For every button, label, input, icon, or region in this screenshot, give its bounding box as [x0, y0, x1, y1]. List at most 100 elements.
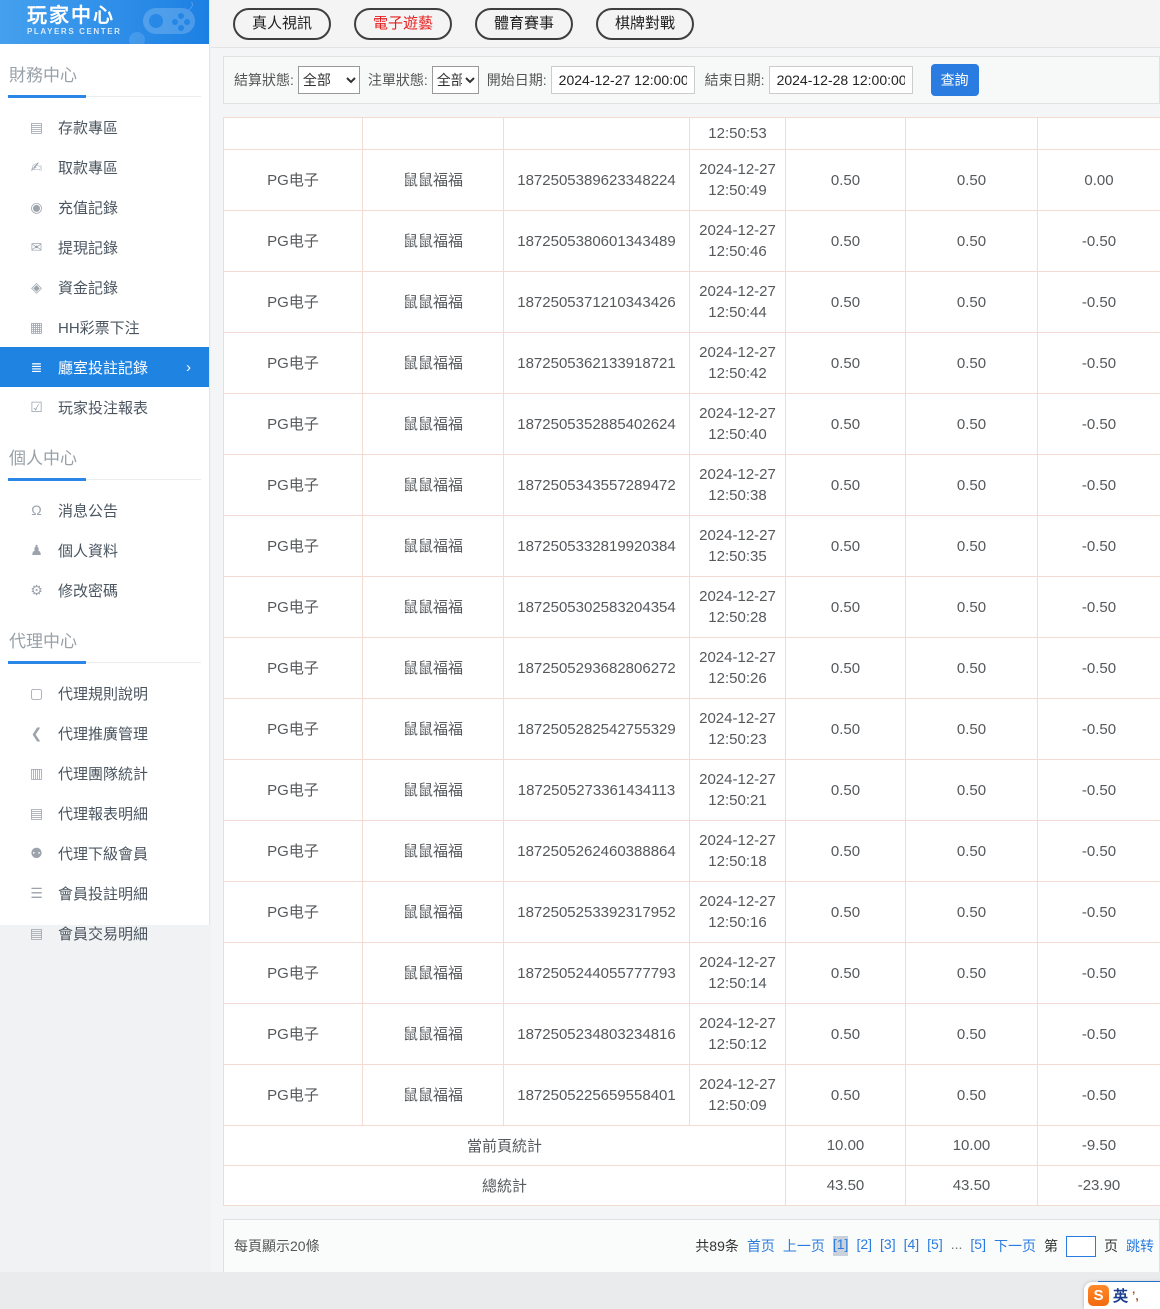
- sidebar-item-recharge-records[interactable]: ◉ 充值記錄: [0, 187, 209, 227]
- report-sheet-icon: ▤: [29, 804, 44, 821]
- sidebar-item-agent-report[interactable]: ▤ 代理報表明細: [0, 793, 209, 833]
- bet-amount-cell: 0.50: [785, 1003, 906, 1065]
- ime-language-indicator[interactable]: 英: [1113, 1285, 1128, 1306]
- bet-time-cell: 2024-12-27 12:50:40: [689, 393, 786, 455]
- sidebar-item-agent-team-stats[interactable]: ▥ 代理團隊統計: [0, 753, 209, 793]
- sidebar-item-notices[interactable]: Ω 消息公告: [0, 490, 209, 530]
- bet-amount-cell: 0.50: [785, 393, 906, 455]
- sidebar-item-withdrawal-records[interactable]: ✉ 提現記錄: [0, 227, 209, 267]
- sidebar-item-funds-records[interactable]: ◈ 資金記錄: [0, 267, 209, 307]
- jump-page-input[interactable]: [1066, 1235, 1096, 1257]
- members-icon: ⚉: [30, 844, 43, 861]
- bet-time-cell: 2024-12-27 12:50:14: [689, 942, 786, 1004]
- page-ellipsis: ...: [950, 1236, 963, 1252]
- sidebar-item-deposit[interactable]: ▤ 存款專區: [0, 107, 209, 147]
- sidebar-item-change-password[interactable]: ⚙ 修改密碼: [0, 570, 209, 610]
- bet-amount-cell: 0.50: [785, 637, 906, 699]
- provider-cell: PG电子: [223, 271, 363, 333]
- query-button[interactable]: 查詢: [930, 64, 979, 96]
- game-name-cell: 鼠鼠福福: [362, 454, 504, 516]
- page-link[interactable]: 上一页: [783, 1236, 825, 1256]
- page-link[interactable]: 首页: [747, 1236, 775, 1256]
- profit-cell: -0.50: [1037, 210, 1160, 272]
- share-icon: ❮: [30, 724, 43, 741]
- profit-cell: -0.50: [1037, 454, 1160, 516]
- end-date-label: 結束日期:: [704, 72, 765, 88]
- sidebar-sections: 財務中心 ▤ 存款專區 ✍ 取款專區 ◉ 充值記錄 ✉ 提現記錄 ◈ 資金記錄 …: [0, 59, 209, 953]
- valid-amount-cell: 0.50: [905, 1003, 1038, 1065]
- bet-id-cell: 1872505262460388864: [503, 820, 690, 882]
- page-link[interactable]: [4]: [904, 1236, 920, 1256]
- valid-amount-cell: 0.50: [905, 698, 1038, 760]
- ime-toolbar[interactable]: S 英 ’,: [1084, 1282, 1160, 1309]
- table-row: PG电子 鼠鼠福福 1872505273361434113 2024-12-27…: [223, 759, 1160, 821]
- bet-status-select[interactable]: 全部: [431, 66, 479, 94]
- jump-button[interactable]: 跳转: [1126, 1236, 1154, 1256]
- bet-time-cell: 12:50:53: [689, 117, 786, 150]
- table-row: PG电子 鼠鼠福福 1872505302583204354 2024-12-27…: [223, 576, 1160, 638]
- bet-amount-cell: 0.50: [785, 942, 906, 1004]
- bet-time-cell: 2024-12-27 12:50:12: [689, 1003, 786, 1065]
- total-count-text: 共89条: [695, 1238, 739, 1254]
- provider-cell: PG电子: [223, 1064, 363, 1126]
- sidebar-item-agent-sub-members[interactable]: ⚉ 代理下級會員: [0, 833, 209, 873]
- tab-e-games[interactable]: 電子遊藝: [354, 8, 453, 40]
- bet-time-cell: 2024-12-27 12:50:09: [689, 1064, 786, 1126]
- bet-amount-cell: 0.50: [785, 759, 906, 821]
- bet-time-cell: 2024-12-27 12:50:26: [689, 637, 786, 699]
- page-link[interactable]: [3]: [880, 1236, 896, 1256]
- provider-cell: PG电子: [223, 698, 363, 760]
- bet-id-cell: 1872505293682806272: [503, 637, 690, 699]
- page-link[interactable]: [5]: [970, 1236, 986, 1256]
- bet-amount-cell: 0.50: [785, 1064, 906, 1126]
- sidebar-item-member-bets[interactable]: ☰ 會員投註明細: [0, 873, 209, 913]
- deposit-card-icon: ▤: [29, 118, 44, 135]
- sidebar-item-withdraw[interactable]: ✍ 取款專區: [0, 147, 209, 187]
- tab-sports[interactable]: 體育賽事: [475, 8, 574, 40]
- money-bag-icon: ◉: [30, 198, 43, 215]
- settle-status-select[interactable]: 全部: [297, 66, 360, 94]
- sidebar-item-agent-rules[interactable]: ▢ 代理規則說明: [0, 673, 209, 713]
- page-link[interactable]: 下一页: [994, 1236, 1036, 1256]
- sidebar-item-agent-promotion[interactable]: ❮ 代理推廣管理: [0, 713, 209, 753]
- valid-amount-cell: 0.50: [905, 454, 1038, 516]
- start-date-input[interactable]: [550, 66, 695, 94]
- page-link[interactable]: [1]: [832, 1236, 849, 1256]
- page-link[interactable]: [2]: [856, 1236, 872, 1256]
- game-name-cell: 鼠鼠福福: [362, 576, 504, 638]
- sidebar-section-title: 個人中心: [8, 442, 201, 481]
- bet-time-cell: 2024-12-27 12:50:38: [689, 454, 786, 516]
- sidebar-item-member-trans[interactable]: ▤ 會員交易明細: [0, 913, 209, 953]
- valid-amount-cell: 0.50: [905, 820, 1038, 882]
- grand-total-bet: 43.50: [785, 1165, 906, 1206]
- table-row: PG电子 鼠鼠福福 1872505262460388864 2024-12-27…: [223, 820, 1160, 882]
- page-link[interactable]: [5]: [927, 1236, 943, 1256]
- user-icon: ♟: [30, 541, 43, 558]
- end-date-input[interactable]: [768, 66, 913, 94]
- profit-cell: -0.50: [1037, 576, 1160, 638]
- sogou-logo-icon[interactable]: S: [1088, 1285, 1109, 1306]
- bet-amount-cell: 0.50: [785, 149, 906, 211]
- profit-cell: -0.50: [1037, 637, 1160, 699]
- page-total-bet: 10.00: [785, 1125, 906, 1166]
- sidebar: 玩家中心 PLAYERS CENTER 財務中心 ▤ 存款專區 ✍ 取款專區 ◉…: [0, 0, 210, 943]
- sidebar-section: 個人中心 Ω 消息公告 ♟ 個人資料 ⚙ 修改密碼: [0, 442, 209, 610]
- document-icon: ▢: [29, 684, 44, 701]
- valid-amount-cell: 0.50: [905, 576, 1038, 638]
- game-name-cell: 鼠鼠福福: [362, 1003, 504, 1065]
- bet-time-cell: 2024-12-27 12:50:46: [689, 210, 786, 272]
- valid-amount-cell: 0.50: [905, 271, 1038, 333]
- table-row: PG电子 鼠鼠福福 1872505282542755329 2024-12-27…: [223, 698, 1160, 760]
- bet-records-table-wrap: 12:50:53 PG电子 鼠鼠福福 1872505389623348224 2…: [223, 117, 1160, 1206]
- tab-live-video[interactable]: 真人視訊: [233, 8, 332, 40]
- sidebar-item-profile[interactable]: ♟ 個人資料: [0, 530, 209, 570]
- sidebar-item-player-bet-report[interactable]: ☑ 玩家投注報表: [0, 387, 209, 427]
- tab-board-games[interactable]: 棋牌對戰: [596, 8, 695, 40]
- valid-amount-cell: 0.50: [905, 515, 1038, 577]
- sidebar-item-hh-lottery-bets[interactable]: ▦ HH彩票下注: [0, 307, 209, 347]
- profit-cell: -0.50: [1037, 820, 1160, 882]
- provider-cell: PG电子: [223, 637, 363, 699]
- bet-time-cell: 2024-12-27 12:50:42: [689, 332, 786, 394]
- sidebar-item-hall-bet-records[interactable]: ≣ 廳室投註記錄 ›: [0, 347, 209, 387]
- provider-cell: PG电子: [223, 515, 363, 577]
